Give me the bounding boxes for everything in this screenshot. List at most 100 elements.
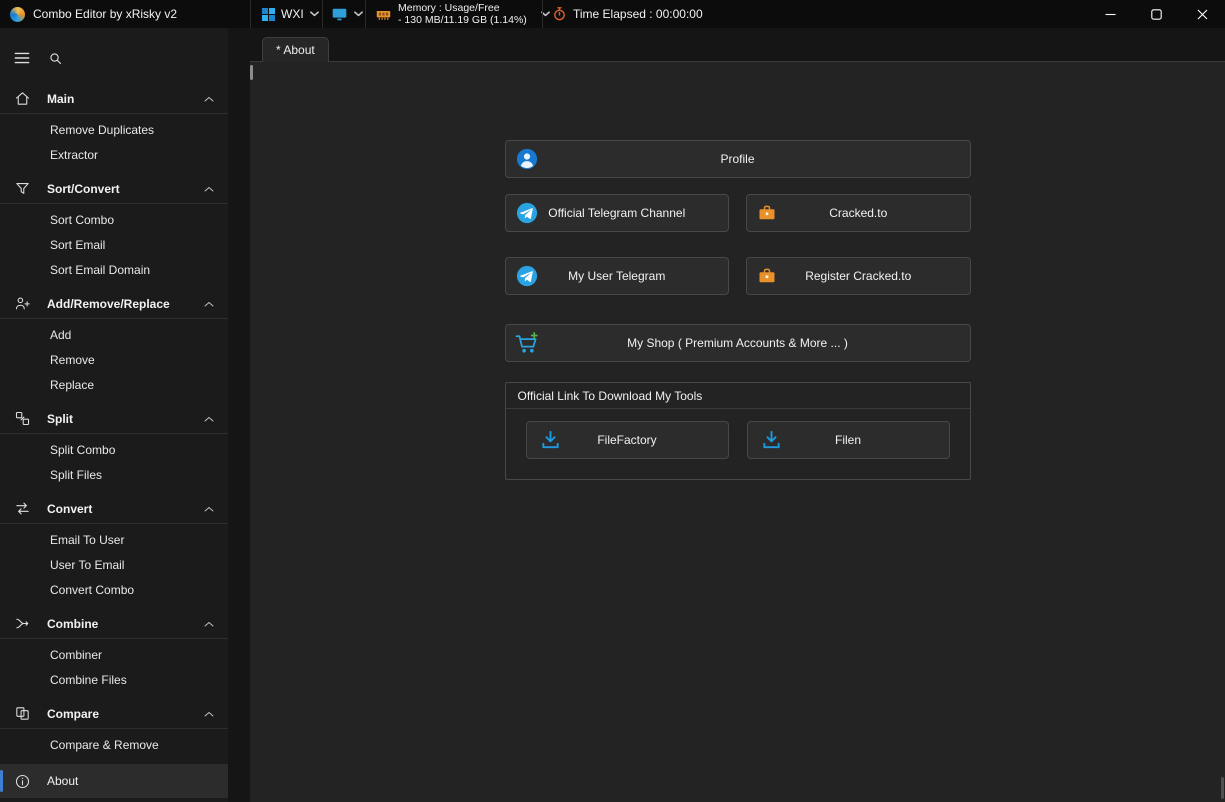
hamburger-menu-icon[interactable] (12, 48, 32, 68)
sidebar-item-split-files[interactable]: Split Files (0, 462, 228, 487)
my-shop-button[interactable]: My Shop ( Premium Accounts & More ... ) (505, 324, 971, 362)
profile-icon (516, 148, 538, 170)
section-label: Combine (47, 617, 98, 631)
windows-logo-icon (262, 8, 275, 21)
minimize-button[interactable] (1087, 0, 1133, 28)
tab-about[interactable]: * About (262, 37, 329, 62)
sidebar-item-remove[interactable]: Remove (0, 347, 228, 372)
maximize-button[interactable] (1133, 0, 1179, 28)
scrollbar-thumb-left[interactable] (250, 65, 253, 80)
titlebar-separator (322, 0, 323, 28)
compare-icon (14, 705, 31, 722)
button-label: Register Cracked.to (805, 269, 911, 283)
telegram-icon (516, 202, 538, 224)
selection-accent (0, 770, 3, 792)
sidebar-item-remove-duplicates[interactable]: Remove Duplicates (0, 117, 228, 142)
app-window: Combo Editor by xRisky v2 WXI (0, 0, 1225, 802)
section-items: Remove Duplicates Extractor (0, 114, 228, 174)
sidebar-section-main[interactable]: Main (0, 84, 228, 114)
register-cracked-to-button[interactable]: Register Cracked.to (746, 257, 971, 295)
section-label: Main (47, 92, 74, 106)
person-edit-icon (14, 295, 31, 312)
chevron-down-icon (310, 11, 319, 17)
main-panel: * About (250, 28, 1225, 802)
about-content: Profile Official Telegram Channel (505, 140, 971, 480)
filefactory-button[interactable]: FileFactory (526, 421, 729, 459)
sidebar-item-convert-combo[interactable]: Convert Combo (0, 577, 228, 602)
chevron-up-icon (203, 620, 215, 628)
sidebar-item-sort-email-domain[interactable]: Sort Email Domain (0, 257, 228, 282)
cracked-to-button[interactable]: Cracked.to (746, 194, 971, 232)
combine-icon (14, 615, 31, 632)
display-dropdown[interactable] (331, 0, 363, 28)
download-group-row: FileFactory Filen (526, 421, 950, 459)
sidebar-item-combine-files[interactable]: Combine Files (0, 667, 228, 692)
sidebar-section-convert[interactable]: Convert (0, 494, 228, 524)
sidebar-item-label: About (47, 774, 78, 788)
sidebar-toolbar (0, 36, 228, 80)
briefcase-icon (757, 266, 777, 286)
chevron-down-icon (354, 11, 363, 17)
sidebar-section-add-remove-replace[interactable]: Add/Remove/Replace (0, 289, 228, 319)
time-elapsed-label: Time Elapsed : 00:00:00 (573, 7, 703, 21)
telegram-channel-button[interactable]: Official Telegram Channel (505, 194, 730, 232)
sidebar-item-extractor[interactable]: Extractor (0, 142, 228, 167)
convert-icon (14, 500, 31, 517)
sidebar-item-replace[interactable]: Replace (0, 372, 228, 397)
button-label: My User Telegram (568, 269, 665, 283)
filen-button[interactable]: Filen (747, 421, 950, 459)
sidebar-item-about[interactable]: About (0, 764, 228, 798)
sidebar-item-add[interactable]: Add (0, 322, 228, 347)
section-items: Sort Combo Sort Email Sort Email Domain (0, 204, 228, 289)
section-items: Combiner Combine Files (0, 639, 228, 699)
sidebar-section-sort-convert[interactable]: Sort/Convert (0, 174, 228, 204)
section-label: Split (47, 412, 73, 426)
minimize-icon (1105, 9, 1116, 20)
sidebar-item-sort-combo[interactable]: Sort Combo (0, 207, 228, 232)
chevron-up-icon (203, 95, 215, 103)
sidebar-section-split[interactable]: Split (0, 404, 228, 434)
chevron-up-icon (203, 185, 215, 193)
memory-icon (375, 6, 392, 23)
section-items: Add Remove Replace (0, 319, 228, 404)
section-items: Compare & Remove (0, 729, 228, 764)
section-label: Convert (47, 502, 92, 516)
stopwatch-icon (552, 6, 567, 22)
button-label: Filen (835, 433, 861, 447)
search-icon[interactable] (48, 51, 63, 66)
wxi-dropdown[interactable]: WXI (262, 0, 319, 28)
button-label: Cracked.to (829, 206, 887, 220)
sidebar-item-user-to-email[interactable]: User To Email (0, 552, 228, 577)
sidebar-item-sort-email[interactable]: Sort Email (0, 232, 228, 257)
titlebar: Combo Editor by xRisky v2 WXI (0, 0, 1225, 28)
close-icon (1197, 9, 1208, 20)
app-title: Combo Editor by xRisky v2 (33, 7, 177, 21)
scrollbar-thumb-right[interactable] (1221, 777, 1224, 799)
sidebar-item-email-to-user[interactable]: Email To User (0, 527, 228, 552)
button-label: My Shop ( Premium Accounts & More ... ) (627, 336, 848, 350)
time-elapsed: Time Elapsed : 00:00:00 (552, 0, 703, 28)
memory-label: Memory : Usage/Free (398, 2, 527, 14)
maximize-icon (1151, 9, 1162, 20)
section-label: Add/Remove/Replace (47, 297, 170, 311)
profile-button[interactable]: Profile (505, 140, 971, 178)
sidebar-item-combiner[interactable]: Combiner (0, 642, 228, 667)
close-button[interactable] (1179, 0, 1225, 28)
about-page: Profile Official Telegram Channel (250, 62, 1225, 802)
download-icon (760, 429, 783, 452)
sidebar-section-compare[interactable]: Compare (0, 699, 228, 729)
sidebar-item-compare-remove[interactable]: Compare & Remove (0, 732, 228, 757)
display-icon (331, 7, 348, 22)
button-label: Official Telegram Channel (548, 206, 685, 220)
app-identity: Combo Editor by xRisky v2 (10, 0, 177, 28)
chevron-up-icon (203, 300, 215, 308)
titlebar-separator (365, 0, 366, 28)
funnel-icon (14, 180, 31, 197)
my-user-telegram-button[interactable]: My User Telegram (505, 257, 730, 295)
sidebar-section-combine[interactable]: Combine (0, 609, 228, 639)
chevron-up-icon (203, 415, 215, 423)
section-items: Email To User User To Email Convert Comb… (0, 524, 228, 609)
download-group: Official Link To Download My Tools FileF… (505, 382, 971, 480)
memory-dropdown[interactable]: Memory : Usage/Free - 130 MB/11.19 GB (1… (375, 0, 550, 28)
sidebar-item-split-combo[interactable]: Split Combo (0, 437, 228, 462)
